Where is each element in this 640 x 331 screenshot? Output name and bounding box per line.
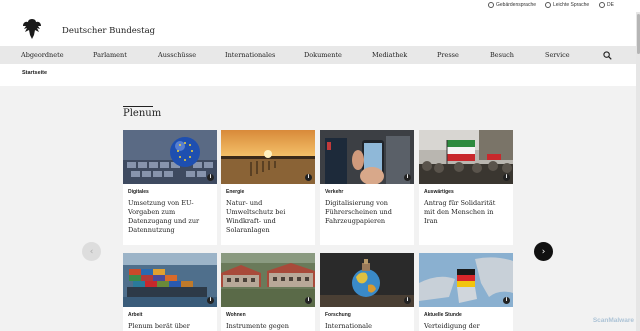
section-divider [123, 106, 153, 107]
site-title[interactable]: Deutscher Bundestag [62, 26, 155, 36]
section-title: Plenum [123, 108, 162, 119]
news-card[interactable]: i Aktuelle Stunde Verteidigung der [419, 253, 513, 331]
nav-item-parlament[interactable]: Parlament [93, 51, 127, 59]
card-title[interactable]: Umsetzung von EU-Vorgaben zum Datenzugan… [123, 195, 217, 235]
watermark: ScanMalware [592, 317, 634, 324]
info-icon[interactable]: i [207, 297, 214, 304]
language-switcher[interactable]: DE [599, 2, 614, 8]
news-card[interactable]: i Digitales Umsetzung von EU-Vorgaben zu… [123, 130, 217, 245]
card-title[interactable]: Antrag für Solidarität mit den Menschen … [419, 195, 513, 226]
globe-icon [599, 2, 605, 8]
card-title[interactable]: Digitalisierung von Führerscheinen und F… [320, 195, 414, 226]
card-category: Digitales [128, 189, 149, 195]
card-image: i [221, 130, 315, 184]
card-image: i [320, 130, 414, 184]
info-icon[interactable]: i [404, 297, 411, 304]
page-scrollbar[interactable] [636, 12, 640, 331]
card-title[interactable]: Verteidigung der [419, 318, 513, 331]
card-image: i [123, 130, 217, 184]
carousel-next-button[interactable]: › [534, 242, 553, 261]
card-category: Energie [226, 189, 245, 195]
card-category: Forschung [325, 312, 351, 318]
hand-icon [488, 2, 494, 8]
card-image: i [123, 253, 217, 307]
nav-item-mediathek[interactable]: Mediathek [372, 51, 407, 59]
easy-language-label: Leichte Sprache [553, 2, 590, 8]
search-icon[interactable] [603, 51, 612, 60]
easy-language-link[interactable]: Leichte Sprache [545, 2, 589, 8]
info-icon[interactable]: i [503, 174, 510, 181]
news-card[interactable]: i Verkehr Digitalisierung von Führersche… [320, 130, 414, 245]
scrollbar-thumb[interactable] [636, 14, 640, 54]
nav-item-internationales[interactable]: Internationales [225, 51, 275, 59]
card-image: i [320, 253, 414, 307]
language-label: DE [607, 2, 614, 8]
nav-item-abgeordnete[interactable]: Abgeordnete [21, 51, 64, 59]
sign-language-link[interactable]: Gebärdensprache [488, 2, 536, 8]
info-icon[interactable]: i [404, 174, 411, 181]
news-card[interactable]: i Energie Natur- und Umweltschutz bei Wi… [221, 130, 315, 245]
book-icon [545, 2, 551, 8]
info-icon[interactable]: i [305, 174, 312, 181]
news-card[interactable]: i Auswärtiges Antrag für Solidarität mit… [419, 130, 513, 245]
card-category: Arbeit [128, 312, 143, 318]
nav-item-ausschuesse[interactable]: Ausschüsse [158, 51, 196, 59]
news-card[interactable]: i Arbeit Plenum berät über Vorlagen [123, 253, 217, 331]
carousel-prev-button[interactable]: ‹ [82, 242, 101, 261]
breadcrumb[interactable]: Startseite [22, 70, 47, 76]
news-card[interactable]: i Forschung Internationale Kooperation [320, 253, 414, 331]
nav-item-dokumente[interactable]: Dokumente [304, 51, 342, 59]
card-image: i [221, 253, 315, 307]
card-category: Aktuelle Stunde [424, 312, 462, 318]
card-title[interactable]: Plenum berät über Vorlagen [123, 318, 217, 331]
info-icon[interactable]: i [305, 297, 312, 304]
card-image: i [419, 130, 513, 184]
card-category: Auswärtiges [424, 189, 454, 195]
card-title[interactable]: Instrumente gegen [221, 318, 315, 331]
nav-item-presse[interactable]: Presse [437, 51, 459, 59]
sign-language-label: Gebärdensprache [496, 2, 537, 8]
nav-item-service[interactable]: Service [545, 51, 570, 59]
info-icon[interactable]: i [503, 297, 510, 304]
main-navigation: Abgeordnete Parlament Ausschüsse Interna… [0, 46, 640, 64]
card-category: Wohnen [226, 312, 246, 318]
info-icon[interactable]: i [207, 174, 214, 181]
nav-item-besuch[interactable]: Besuch [490, 51, 514, 59]
card-title[interactable]: Internationale Kooperation [320, 318, 414, 331]
card-image: i [419, 253, 513, 307]
news-card[interactable]: i Wohnen Instrumente gegen [221, 253, 315, 331]
card-title[interactable]: Natur- und Umweltschutz bei Windkraft- u… [221, 195, 315, 235]
card-category: Verkehr [325, 189, 344, 195]
utility-bar: Gebärdensprache Leichte Sprache DE [0, 0, 640, 12]
breadcrumb-bar: Startseite [0, 64, 640, 86]
site-header: Deutscher Bundestag [0, 12, 640, 46]
federal-eagle-logo[interactable] [22, 17, 42, 41]
